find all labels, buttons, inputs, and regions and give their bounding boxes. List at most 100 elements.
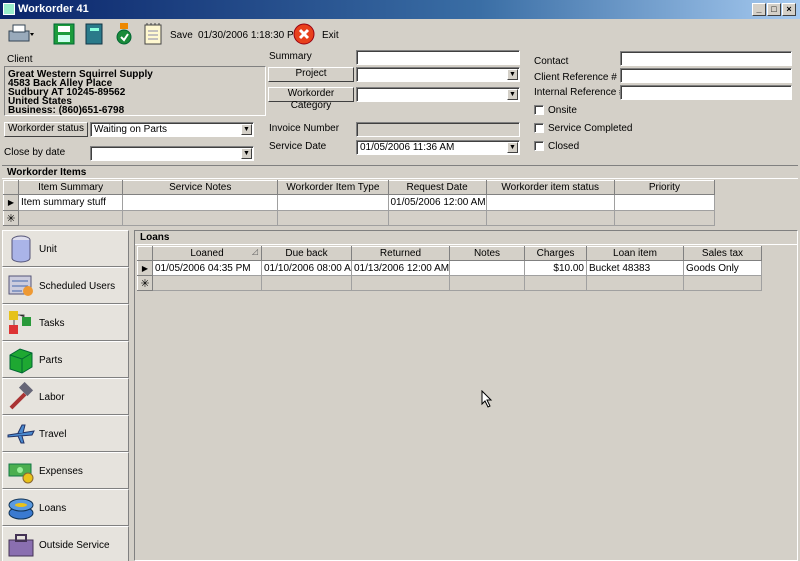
table-cell[interactable]: 01/13/2006 12:00 AM <box>351 260 450 276</box>
nav-item-loans[interactable]: Loans <box>2 489 129 526</box>
table-row[interactable]: ▶ 01/05/2006 04:35 PM 01/10/2006 08:00 A… <box>137 260 762 276</box>
summary-input[interactable] <box>356 50 520 65</box>
window-title: Workorder 41 <box>18 3 89 15</box>
invoice-number-label: Invoice Number <box>269 123 340 134</box>
nav-item-labor[interactable]: Labor <box>2 378 129 415</box>
duplicate-icon[interactable] <box>112 22 136 46</box>
nav-label: Tasks <box>39 318 65 329</box>
client-reference-input[interactable] <box>620 68 792 83</box>
maximize-button[interactable]: □ <box>767 3 781 16</box>
chevron-down-icon[interactable]: ▼ <box>507 142 518 153</box>
column-header[interactable]: Priority <box>613 180 716 195</box>
column-header[interactable]: Charges <box>524 246 587 261</box>
table-cell[interactable] <box>449 275 525 291</box>
nav-item-outside-service[interactable]: Outside Service <box>2 526 129 561</box>
table-cell[interactable]: Item summary stuff <box>18 194 124 211</box>
chevron-down-icon[interactable]: ▼ <box>507 89 518 100</box>
workorder-status-button[interactable]: Workorder status <box>4 122 88 137</box>
new-row[interactable]: ✳ <box>137 275 762 291</box>
table-cell[interactable] <box>387 210 487 226</box>
column-header[interactable]: Loaned ◿ <box>152 246 262 261</box>
chevron-down-icon[interactable]: ▼ <box>241 124 252 135</box>
nav-item-unit[interactable]: Unit <box>2 230 129 267</box>
chevron-down-icon[interactable]: ▼ <box>507 69 518 80</box>
column-header[interactable]: Notes <box>449 246 525 261</box>
notepad-icon[interactable] <box>141 22 165 46</box>
close-by-date-picker[interactable]: ▼ <box>90 146 254 161</box>
nav-item-expenses[interactable]: Expenses <box>2 452 129 489</box>
column-header[interactable]: Service Notes <box>122 180 279 195</box>
column-header[interactable]: Loan item <box>586 246 684 261</box>
table-cell[interactable] <box>524 275 587 291</box>
service-date-picker[interactable]: 01/05/2006 11:36 AM ▼ <box>356 140 520 155</box>
workorder-category-button[interactable]: Workorder Category <box>268 87 354 111</box>
new-row-marker-icon[interactable]: ✳ <box>137 275 153 291</box>
column-header[interactable]: Workorder Item Type <box>277 180 389 195</box>
table-cell[interactable]: $10.00 <box>524 260 587 276</box>
print-icon[interactable] <box>6 22 36 46</box>
table-cell[interactable]: 01/10/2006 08:00 AM <box>261 260 352 276</box>
close-by-date-label: Close by date <box>4 147 66 158</box>
project-select[interactable]: ▼ <box>356 67 520 82</box>
column-header[interactable]: Sales tax <box>683 246 762 261</box>
current-row-marker-icon[interactable]: ▶ <box>137 260 153 276</box>
table-cell[interactable] <box>277 210 389 226</box>
summary-label: Summary <box>269 51 312 62</box>
table-cell[interactable] <box>449 260 525 276</box>
service-completed-checkbox[interactable] <box>534 123 544 133</box>
current-row-marker-icon[interactable]: ▶ <box>2 194 20 211</box>
new-row-marker-icon[interactable]: ✳ <box>2 210 20 226</box>
table-cell[interactable] <box>351 275 450 291</box>
table-cell[interactable]: 01/05/2006 12:00 AM <box>387 194 487 211</box>
table-cell[interactable] <box>122 194 279 211</box>
toolbar: Save 01/30/2006 1:18:30 PM Exit <box>0 19 800 49</box>
column-header[interactable]: Due back <box>261 246 352 261</box>
table-cell[interactable] <box>683 275 762 291</box>
save-button[interactable]: Save <box>170 30 193 41</box>
nav-item-scheduled-users[interactable]: Scheduled Users <box>2 267 129 304</box>
exit-icon[interactable] <box>292 22 316 46</box>
column-header[interactable]: Request Date <box>387 180 487 195</box>
project-button[interactable]: Project <box>268 67 354 82</box>
new-row[interactable]: ✳ <box>2 210 716 226</box>
table-cell[interactable] <box>485 210 615 226</box>
nav-item-tasks[interactable]: Tasks <box>2 304 129 341</box>
minimize-button[interactable]: _ <box>752 3 766 16</box>
table-cell[interactable]: Bucket 48383 <box>586 260 684 276</box>
onsite-label: Onsite <box>548 105 577 116</box>
close-window-button[interactable]: × <box>782 3 796 16</box>
table-cell[interactable]: 01/05/2006 04:35 PM <box>152 260 262 276</box>
table-cell[interactable] <box>586 275 684 291</box>
grid-header-row: Loaned ◿ Due back Returned Notes Charges … <box>137 246 762 261</box>
contact-input[interactable] <box>620 51 792 66</box>
table-cell[interactable] <box>152 275 262 291</box>
table-row[interactable]: ▶ Item summary stuff 01/05/2006 12:00 AM <box>2 194 716 211</box>
workorder-book-icon[interactable] <box>82 22 106 46</box>
parts-icon <box>9 348 33 374</box>
nav-item-parts[interactable]: Parts <box>2 341 129 378</box>
table-cell[interactable] <box>613 194 716 211</box>
chevron-down-icon[interactable]: ▼ <box>241 148 252 159</box>
save-disk-icon[interactable] <box>52 22 76 46</box>
nav-item-travel[interactable]: Travel <box>2 415 129 452</box>
table-cell[interactable] <box>122 210 279 226</box>
table-cell[interactable] <box>277 194 389 211</box>
closed-checkbox[interactable] <box>534 141 544 151</box>
table-cell[interactable]: Goods Only <box>683 260 762 276</box>
onsite-checkbox[interactable] <box>534 105 544 115</box>
table-cell[interactable] <box>18 210 124 226</box>
column-header-label: Loaned <box>190 248 224 259</box>
window-title-bar[interactable]: Workorder 41 _ □ × <box>0 0 800 19</box>
workorder-status-select[interactable]: Waiting on Parts ▼ <box>90 122 254 137</box>
internal-reference-input[interactable] <box>620 85 792 100</box>
column-header[interactable]: Returned <box>351 246 450 261</box>
column-header[interactable]: Item Summary <box>18 180 124 195</box>
workorder-category-select[interactable]: ▼ <box>356 87 520 102</box>
table-cell[interactable] <box>613 210 716 226</box>
exit-button[interactable]: Exit <box>322 30 339 41</box>
row-header-corner <box>2 180 20 195</box>
table-cell[interactable] <box>261 275 352 291</box>
nav-label: Unit <box>39 244 57 255</box>
table-cell[interactable] <box>485 194 615 211</box>
column-header[interactable]: Workorder item status <box>485 180 615 195</box>
